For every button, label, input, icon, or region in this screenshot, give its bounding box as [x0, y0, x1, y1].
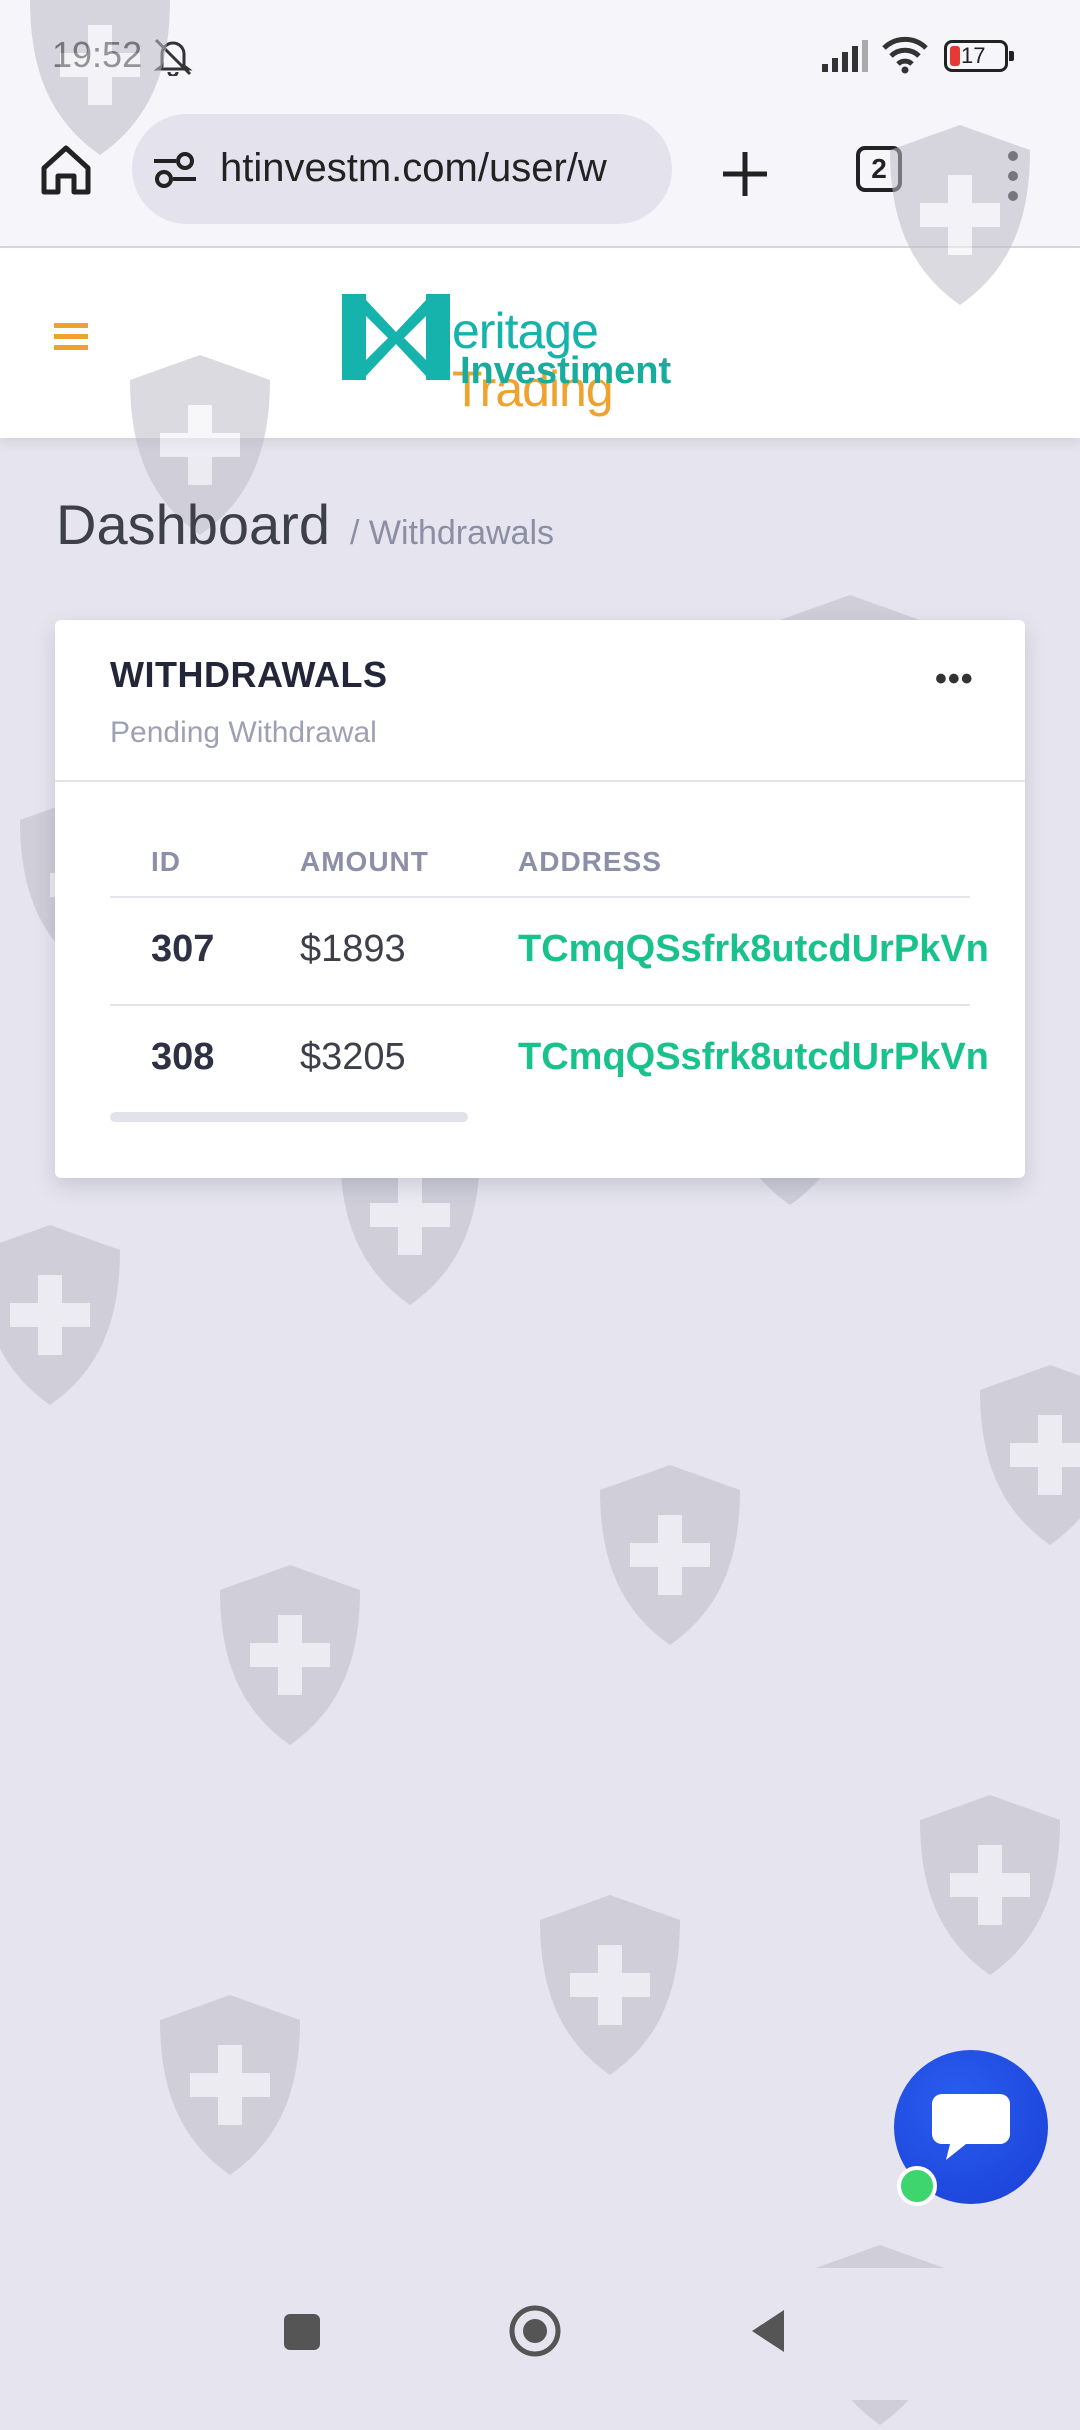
shield-watermark-icon [220, 1565, 360, 1745]
shield-watermark-icon [920, 1795, 1060, 1975]
shield-watermark-icon [600, 1465, 740, 1645]
table-header-divider [110, 896, 970, 898]
shield-watermark-icon [160, 1995, 300, 2175]
hamburger-menu-icon[interactable] [52, 320, 92, 354]
withdrawal-amount: $1893 [300, 928, 406, 970]
card-divider [55, 780, 1025, 782]
tab-switcher-button[interactable]: 2 [856, 146, 902, 192]
home-icon[interactable] [36, 140, 96, 200]
system-nav-bar [0, 2268, 1080, 2400]
shield-watermark-icon [0, 1225, 120, 1405]
browser-toolbar: htinvestm.com/user/w 2 [0, 110, 1080, 248]
new-tab-icon[interactable] [715, 144, 775, 204]
withdrawal-address[interactable]: TCmqQSsfrk8utcdUrPkVn [518, 1036, 989, 1079]
recents-icon[interactable] [284, 2314, 320, 2350]
home-circle-icon[interactable] [508, 2304, 562, 2358]
column-header-amount: AMOUNT [300, 846, 429, 877]
shield-watermark-icon [980, 1365, 1080, 1545]
battery-level: 17 [961, 43, 986, 68]
column-header-address: ADDRESS [518, 846, 662, 877]
card-subtitle: Pending Withdrawal [110, 716, 377, 749]
withdrawals-card: WITHDRAWALS Pending Withdrawal ••• ID AM… [55, 620, 1025, 1178]
withdrawal-address[interactable]: TCmqQSsfrk8utcdUrPkVn [518, 928, 989, 971]
bell-muted-icon [153, 38, 193, 76]
more-icon[interactable] [998, 146, 1028, 206]
signal-icon [822, 40, 868, 72]
withdrawal-amount: $3205 [300, 1036, 406, 1078]
withdrawal-id: 307 [151, 928, 215, 970]
column-header-id: ID [151, 846, 181, 877]
status-bar: 19:52 17 [0, 0, 1080, 110]
chat-bubble-icon [932, 2094, 1010, 2160]
back-icon[interactable] [748, 2306, 788, 2356]
table-horizontal-scrollbar[interactable] [110, 1112, 468, 1122]
shield-watermark-icon [540, 1895, 680, 2075]
site-logo[interactable]: eritage Trading Investiment [340, 292, 740, 417]
site-settings-icon[interactable] [152, 150, 198, 190]
logo-h-mark-icon [342, 294, 450, 380]
card-menu-button[interactable]: ••• [935, 660, 974, 699]
breadcrumb: Dashboard / Withdrawals [56, 492, 554, 557]
wifi-icon [882, 36, 928, 74]
withdrawal-id: 308 [151, 1036, 215, 1078]
logo-line2: Investiment [460, 350, 672, 392]
row-divider [110, 1004, 970, 1006]
url-text[interactable]: htinvestm.com/user/w [220, 146, 660, 191]
battery-icon: 17 [944, 40, 1014, 72]
breadcrumb-current: / Withdrawals [349, 514, 555, 552]
site-header: eritage Trading Investiment [0, 248, 1080, 438]
card-title: WITHDRAWALS [110, 654, 388, 695]
address-bar[interactable]: htinvestm.com/user/w [132, 114, 672, 224]
status-time: 19:52 [52, 34, 143, 75]
page-title[interactable]: Dashboard [56, 493, 330, 556]
online-status-dot [897, 2166, 937, 2206]
